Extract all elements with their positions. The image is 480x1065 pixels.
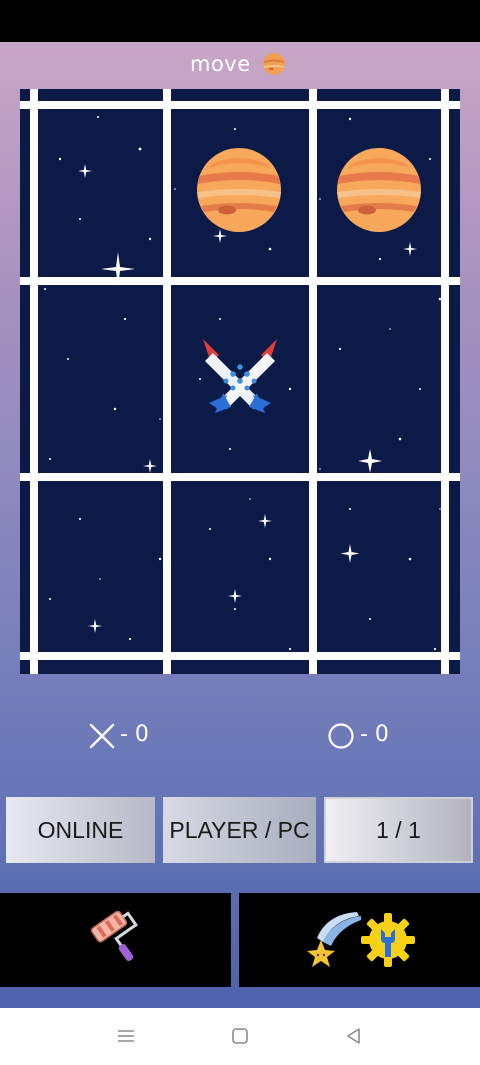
score-o: - 0	[360, 722, 389, 747]
board-cell-1-0[interactable]	[38, 285, 163, 473]
online-button[interactable]: ONLINE	[6, 797, 155, 863]
planet-icon	[197, 148, 281, 232]
paint-roller-icon	[90, 911, 138, 962]
game-board	[20, 89, 460, 674]
planet-icon	[263, 53, 285, 75]
board-cell-0-1[interactable]	[171, 109, 309, 277]
score-x: - 0	[120, 722, 149, 747]
gear-wrench-icon	[360, 913, 415, 967]
circle-icon	[328, 723, 354, 749]
board-cell-2-0[interactable]	[38, 481, 163, 652]
board-cell-0-2[interactable]	[317, 109, 441, 277]
board-cell-1-2[interactable]	[317, 285, 441, 473]
crossed-rockets-icon	[203, 339, 277, 413]
planet-icon	[337, 148, 421, 232]
shooting-star-icon	[306, 912, 361, 967]
move-label: move	[190, 52, 251, 76]
player-pc-button[interactable]: PLAYER / PC	[163, 797, 316, 863]
board-cell-2-1[interactable]	[171, 481, 309, 652]
board-cell-1-1[interactable]	[171, 285, 309, 473]
round-counter-button[interactable]: 1 / 1	[324, 797, 473, 863]
menu-icon[interactable]	[116, 1026, 136, 1046]
board-cell-0-0[interactable]	[38, 109, 163, 277]
settings-button[interactable]	[239, 893, 480, 987]
home-icon[interactable]	[230, 1026, 250, 1046]
theme-button[interactable]	[0, 893, 231, 987]
back-icon[interactable]	[344, 1026, 364, 1046]
board-cell-2-2[interactable]	[317, 481, 441, 652]
x-mark-icon	[89, 723, 115, 749]
status-bar	[0, 0, 480, 42]
